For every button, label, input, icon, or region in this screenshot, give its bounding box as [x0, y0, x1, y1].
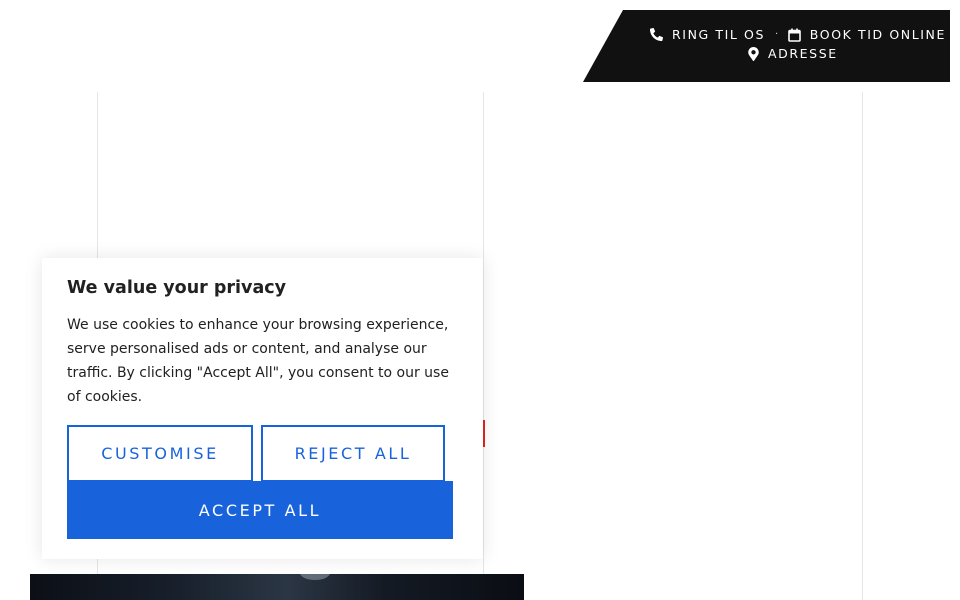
cookie-description: We use cookies to enhance your browsing …	[67, 317, 449, 405]
cookie-title: We value your privacy	[67, 278, 287, 298]
page: RING TIL OS · BOOK TID ONLINE · ADRESSE	[0, 0, 960, 600]
contact-topbar: RING TIL OS · BOOK TID ONLINE · ADRESSE	[583, 10, 950, 82]
cookie-consent-dialog: We value your privacy We use cookies to …	[42, 258, 483, 559]
call-us-label: RING TIL OS	[672, 27, 766, 42]
reject-all-button[interactable]: REJECT ALL	[261, 425, 445, 482]
column-divider	[862, 92, 863, 600]
call-us-link[interactable]: RING TIL OS	[650, 27, 765, 42]
address-link[interactable]: ADRESSE	[748, 46, 838, 61]
calendar-icon	[787, 28, 801, 42]
accept-all-button[interactable]: ACCEPT ALL	[67, 481, 453, 539]
address-label: ADRESSE	[768, 46, 838, 61]
hero-image	[30, 574, 524, 600]
phone-icon	[650, 28, 663, 41]
separator-dot: ·	[956, 29, 960, 40]
customise-button[interactable]: CUSTOMISE	[67, 425, 253, 482]
column-divider	[483, 92, 484, 600]
book-online-link[interactable]: BOOK TID ONLINE	[787, 27, 947, 42]
book-online-label: BOOK TID ONLINE	[809, 27, 947, 42]
map-pin-icon	[748, 46, 759, 61]
separator-dot: ·	[775, 29, 780, 40]
